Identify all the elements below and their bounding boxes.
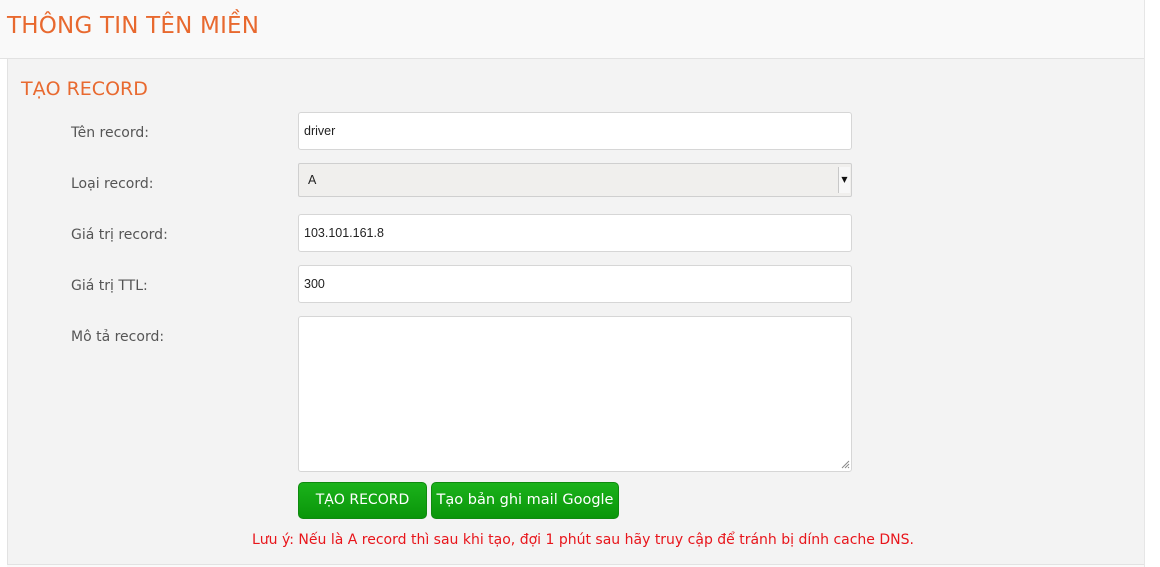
- create-record-button[interactable]: TẠO RECORD: [298, 482, 427, 519]
- divider: [1144, 0, 1145, 567]
- chevron-down-icon[interactable]: ▼: [838, 167, 850, 193]
- create-google-mail-record-button[interactable]: Tạo bản ghi mail Google: [431, 482, 619, 519]
- ttl-label: Giá trị TTL:: [71, 278, 148, 294]
- record-name-input[interactable]: driver: [298, 112, 852, 150]
- record-description-label: Mô tả record:: [71, 329, 165, 345]
- page-title: THÔNG TIN TÊN MIỀN: [7, 13, 260, 39]
- record-description-textarea[interactable]: [298, 316, 852, 472]
- dns-cache-note: Lưu ý: Nếu là A record thì sau khi tạo, …: [252, 532, 914, 548]
- record-value-label: Giá trị record:: [71, 227, 168, 243]
- ttl-input[interactable]: 300: [298, 265, 852, 303]
- record-value-input[interactable]: 103.101.161.8: [298, 214, 852, 252]
- page-header: THÔNG TIN TÊN MIỀN: [0, 0, 1144, 59]
- record-type-select[interactable]: A: [298, 163, 852, 197]
- record-name-label: Tên record:: [71, 125, 149, 141]
- panel-title: TẠO RECORD: [21, 78, 148, 100]
- record-type-label: Loại record:: [71, 176, 154, 192]
- resize-grip-icon[interactable]: [840, 459, 850, 469]
